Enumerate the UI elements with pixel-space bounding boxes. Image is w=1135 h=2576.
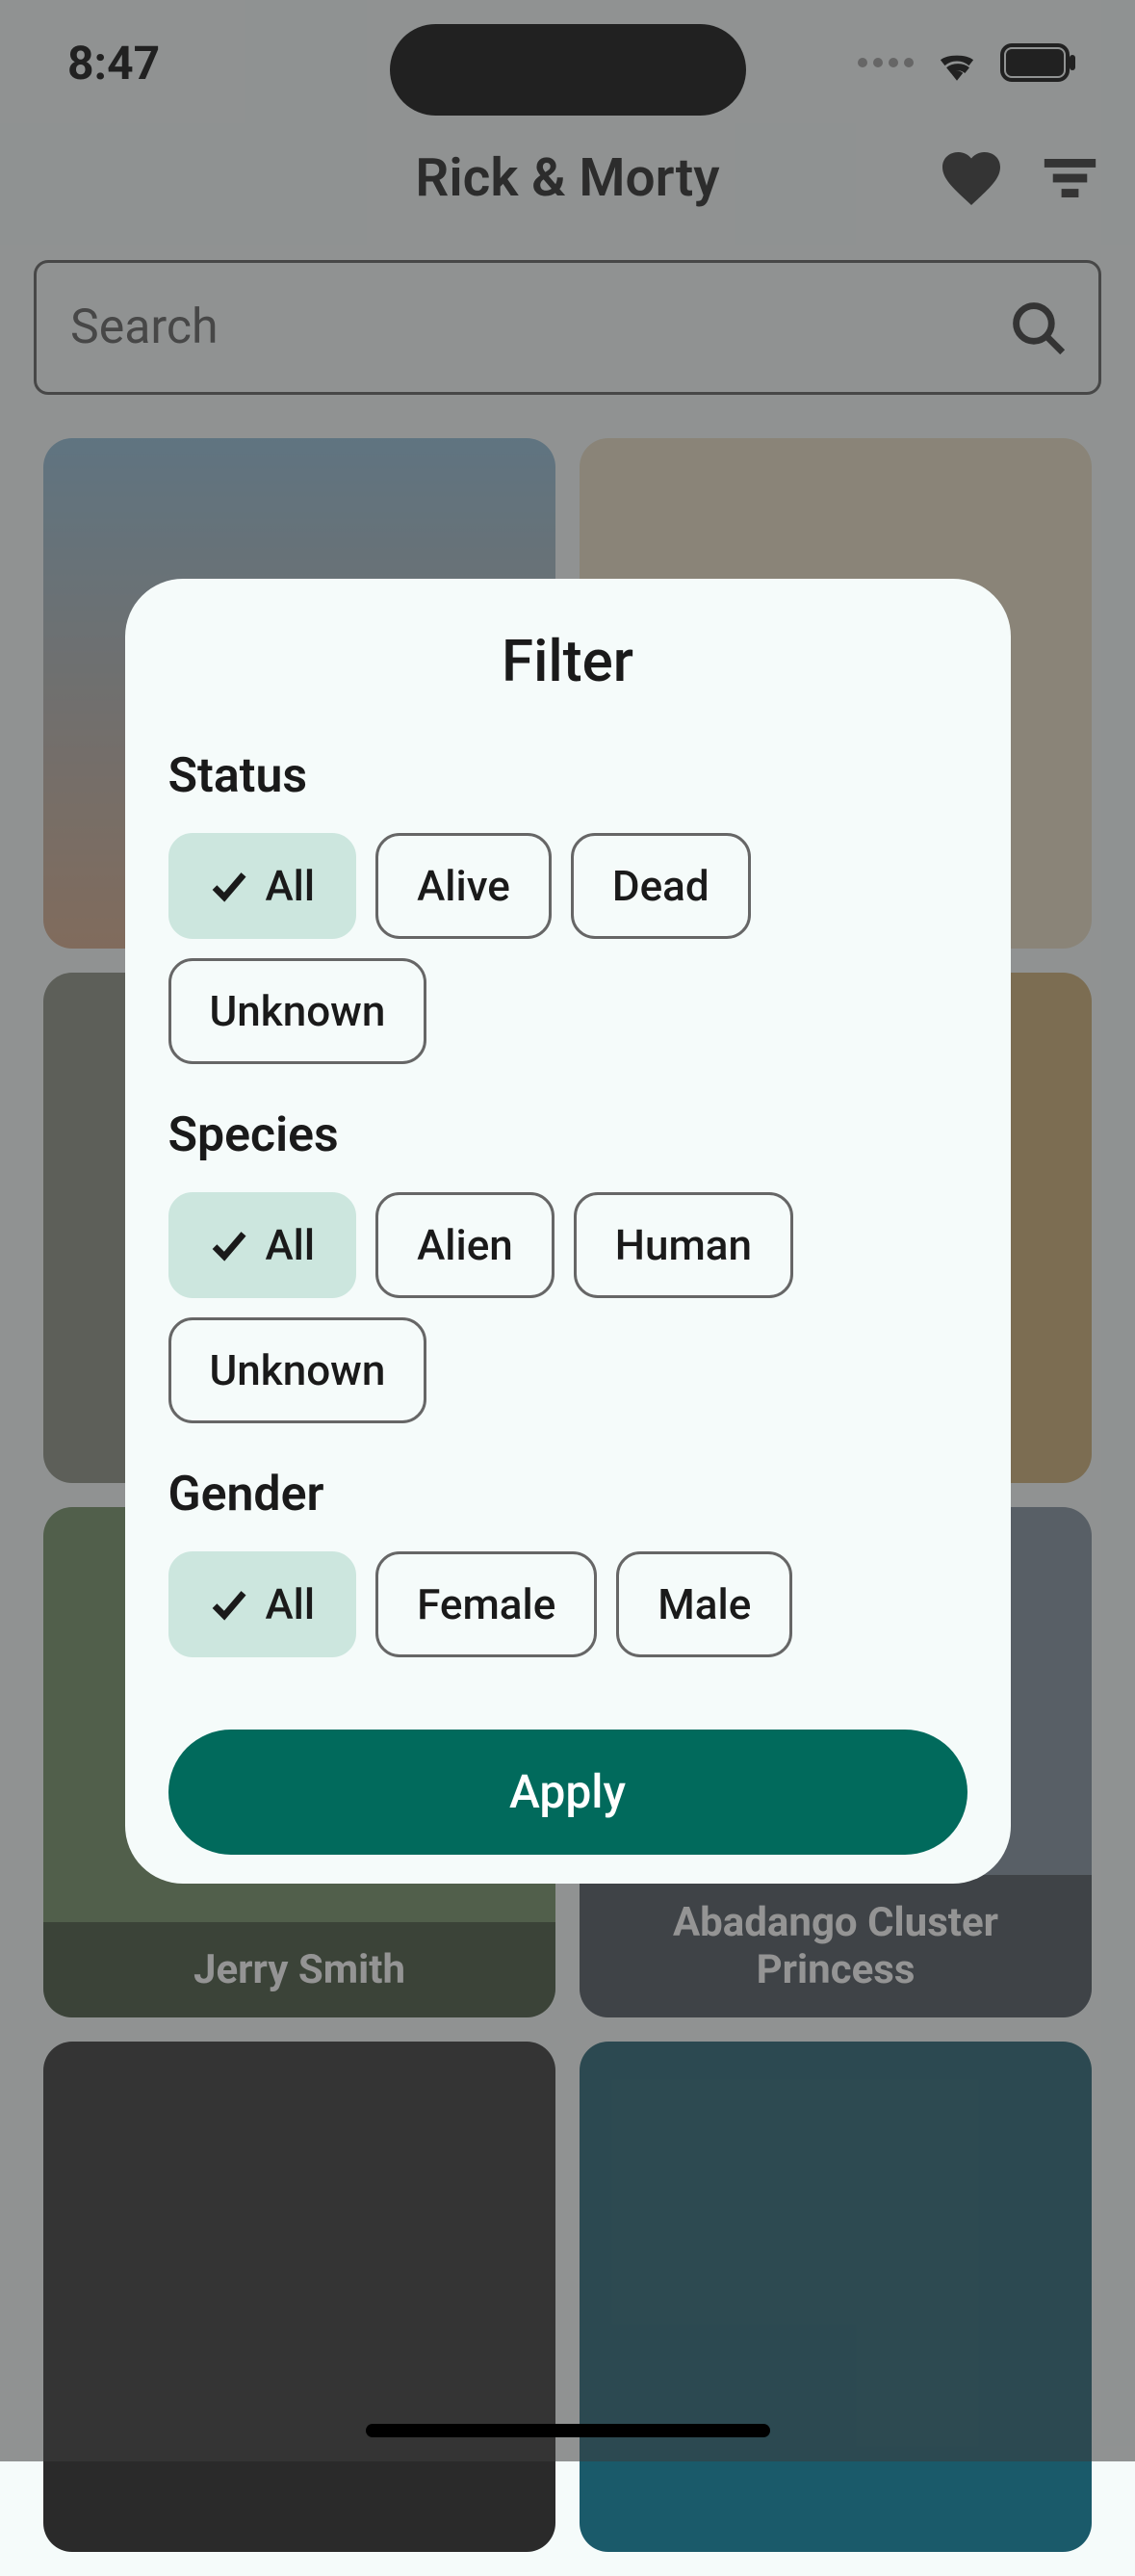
check-icon bbox=[210, 1585, 248, 1624]
chip-label: Dead bbox=[612, 861, 709, 911]
apply-button[interactable]: Apply bbox=[168, 1730, 967, 1855]
chip-status-dead[interactable]: Dead bbox=[571, 833, 751, 939]
filter-label-gender: Gender bbox=[168, 1467, 967, 1522]
chip-species-all[interactable]: All bbox=[168, 1192, 357, 1298]
chip-label: All bbox=[266, 1579, 316, 1629]
check-icon bbox=[210, 1226, 248, 1264]
filter-section-gender: Gender All Female Male bbox=[168, 1467, 967, 1657]
chip-species-alien[interactable]: Alien bbox=[375, 1192, 555, 1298]
gender-chips: All Female Male bbox=[168, 1551, 967, 1657]
chip-species-human[interactable]: Human bbox=[574, 1192, 793, 1298]
status-chips: All Alive Dead Unknown bbox=[168, 833, 967, 1064]
modal-overlay[interactable]: Filter Status All Alive Dead Unknown bbox=[0, 0, 1135, 2461]
filter-label-species: Species bbox=[168, 1107, 967, 1163]
modal-title: Filter bbox=[168, 627, 967, 695]
check-icon bbox=[210, 867, 248, 905]
chip-gender-all[interactable]: All bbox=[168, 1551, 357, 1657]
filter-section-species: Species All Alien Human Unknown bbox=[168, 1107, 967, 1423]
filter-section-status: Status All Alive Dead Unknown bbox=[168, 748, 967, 1064]
chip-species-unknown[interactable]: Unknown bbox=[168, 1317, 427, 1423]
chip-gender-female[interactable]: Female bbox=[375, 1551, 597, 1657]
chip-status-alive[interactable]: Alive bbox=[375, 833, 552, 939]
chip-gender-male[interactable]: Male bbox=[616, 1551, 792, 1657]
chip-status-unknown[interactable]: Unknown bbox=[168, 958, 427, 1064]
chip-label: Alien bbox=[417, 1220, 513, 1270]
chip-label: Human bbox=[615, 1220, 752, 1270]
chip-label: All bbox=[266, 861, 316, 911]
chip-label: Female bbox=[417, 1579, 555, 1629]
filter-label-status: Status bbox=[168, 748, 967, 804]
chip-label: Unknown bbox=[210, 1345, 386, 1395]
chip-label: All bbox=[266, 1220, 316, 1270]
chip-label: Alive bbox=[417, 861, 510, 911]
species-chips: All Alien Human Unknown bbox=[168, 1192, 967, 1423]
filter-modal: Filter Status All Alive Dead Unknown bbox=[125, 579, 1011, 1884]
home-indicator[interactable] bbox=[366, 2424, 770, 2437]
chip-status-all[interactable]: All bbox=[168, 833, 357, 939]
chip-label: Unknown bbox=[210, 986, 386, 1036]
chip-label: Male bbox=[658, 1579, 751, 1629]
